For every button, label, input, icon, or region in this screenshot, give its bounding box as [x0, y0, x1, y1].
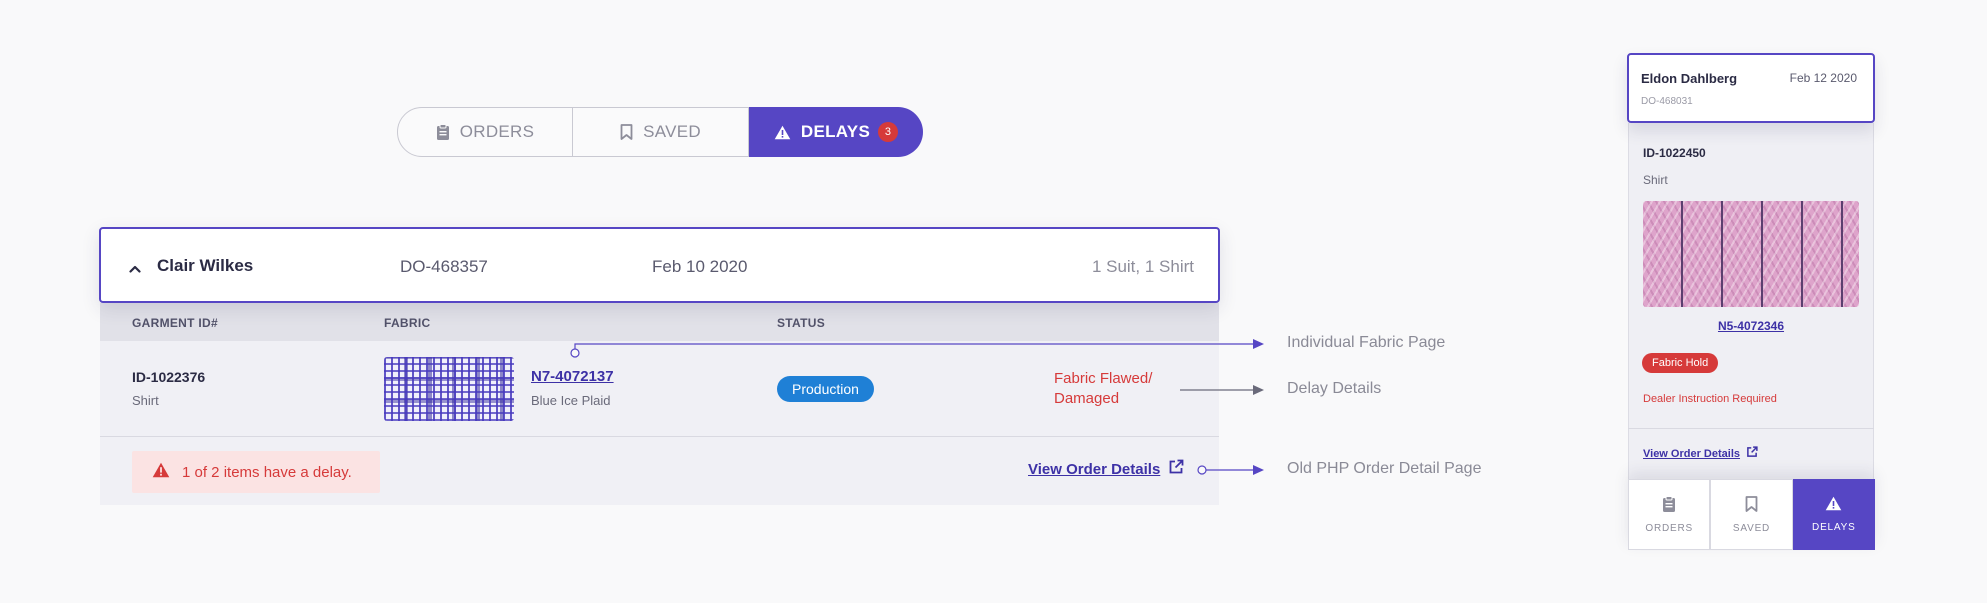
warning-icon [1825, 496, 1842, 514]
mobile-instruction-text: Dealer Instruction Required [1643, 393, 1777, 405]
mobile-preview: Eldon Dahlberg Feb 12 2020 DO-468031 ID-… [1627, 53, 1875, 550]
clipboard-icon [1662, 495, 1676, 515]
mobile-fabric-code-link[interactable]: N5-4072346 [1627, 319, 1875, 333]
mobile-view-order-link[interactable]: View Order Details [1643, 446, 1758, 461]
mobile-divider [1628, 428, 1874, 429]
fabric-hold-badge: Fabric Hold [1642, 353, 1719, 373]
mobile-customer-name: Eldon Dahlberg [1641, 71, 1738, 86]
annotation-old-php-page: Old PHP Order Detail Page [1287, 460, 1482, 477]
mobile-tab-saved-label: SAVED [1732, 522, 1771, 534]
mobile-view-order-label: View Order Details [1643, 447, 1741, 460]
mobile-tab-orders[interactable]: ORDERS [1628, 479, 1711, 550]
mobile-tab-bar: ORDERS SAVED DELAYS [1628, 479, 1875, 550]
external-link-icon [1746, 446, 1758, 461]
annotation-fabric-page: Individual Fabric Page [1287, 334, 1446, 351]
mobile-tab-delays[interactable]: DELAYS [1792, 479, 1875, 550]
mobile-garment-id: ID-1022450 [1643, 146, 1706, 160]
customer-name: Clair Wilkes [157, 256, 254, 275]
order-items-summary: 1 Suit, 1 Shirt [1091, 257, 1194, 276]
bookmark-icon [1745, 495, 1758, 515]
mobile-fabric-swatch[interactable] [1643, 201, 1859, 307]
mobile-garment-type: Shirt [1643, 173, 1668, 187]
mobile-tab-orders-label: ORDERS [1645, 522, 1693, 534]
mobile-order-header[interactable]: Eldon Dahlberg Feb 12 2020 DO-468031 [1627, 53, 1875, 123]
order-id: DO-468357 [400, 257, 488, 276]
order-card-header[interactable]: Clair Wilkes DO-468357 Feb 10 2020 1 Sui… [99, 227, 1220, 303]
order-date: Feb 10 2020 [652, 257, 748, 276]
mobile-tab-saved[interactable]: SAVED [1710, 479, 1793, 550]
mobile-tab-delays-label: DELAYS [1812, 522, 1856, 533]
chevron-up-icon[interactable] [129, 260, 141, 278]
mobile-order-id: DO-468031 [1641, 96, 1693, 107]
annotation-delay-details: Delay Details [1287, 380, 1382, 397]
mobile-order-date: Feb 12 2020 [1789, 71, 1857, 85]
